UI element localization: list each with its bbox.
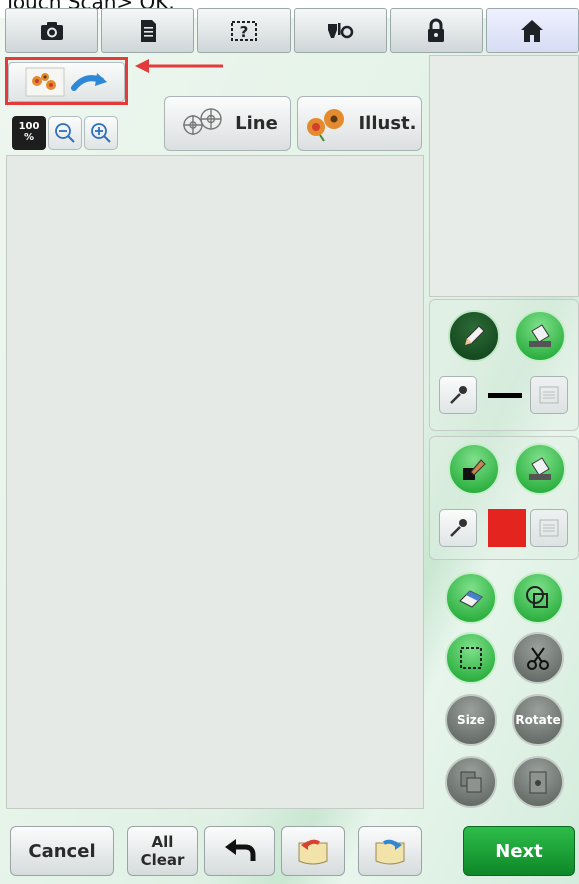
- paste-icon: [529, 771, 547, 794]
- zoom-value: 100: [18, 121, 40, 132]
- pocket-redo-icon: [375, 839, 405, 865]
- list-icon: [539, 386, 559, 404]
- select-area-button[interactable]: [445, 632, 497, 684]
- help-icon: ?: [230, 20, 257, 41]
- zoom-in-button[interactable]: [84, 116, 118, 150]
- eyedropper-icon: [450, 386, 467, 404]
- next-button[interactable]: Next: [463, 826, 575, 876]
- line-mode-label: Line: [235, 113, 278, 134]
- top-toolbar: ?: [5, 8, 579, 53]
- eyedropper-icon: [450, 519, 467, 537]
- line-flower-icon: [183, 107, 222, 135]
- rotate-label: Rotate: [515, 713, 561, 727]
- line-color-swatch[interactable]: [488, 393, 522, 398]
- line-fill-button[interactable]: [514, 310, 566, 362]
- rotate-button[interactable]: Rotate: [512, 694, 564, 746]
- pencil-icon: [464, 325, 485, 346]
- duplicate-icon: [460, 771, 482, 793]
- flower-image-icon: [25, 67, 64, 97]
- zoom-out-button[interactable]: [48, 116, 82, 150]
- duplicate-button[interactable]: [445, 756, 497, 808]
- image-import-button[interactable]: [8, 62, 125, 102]
- needle-change-tab[interactable]: [293, 8, 387, 53]
- zoom-out-icon: [55, 123, 75, 143]
- document-icon: [140, 19, 156, 42]
- document-tab[interactable]: [101, 8, 195, 53]
- shape-stamp-icon: [526, 586, 548, 608]
- size-label: Size: [457, 713, 485, 727]
- line-eyedropper-button[interactable]: [439, 376, 477, 414]
- region-tools-panel: [429, 436, 579, 560]
- bottom-bar: Cancel All Clear Next: [0, 818, 579, 884]
- paste-button[interactable]: [512, 756, 564, 808]
- all-clear-label-1: All: [151, 833, 174, 851]
- eraser-button[interactable]: [445, 572, 497, 624]
- select-area-icon: [460, 647, 482, 669]
- brush-icon: [463, 459, 486, 480]
- cut-button[interactable]: [512, 632, 564, 684]
- cancel-label: Cancel: [28, 840, 96, 862]
- illust-mode-button[interactable]: Illust.: [297, 96, 422, 151]
- region-color-swatch[interactable]: [488, 509, 526, 547]
- illust-mode-label: Illust.: [358, 113, 417, 134]
- camera-icon: [40, 21, 63, 40]
- zoom-in-icon: [91, 123, 111, 143]
- pencil-line-button[interactable]: [448, 310, 500, 362]
- size-button[interactable]: Size: [445, 694, 497, 746]
- region-eyedropper-button[interactable]: [439, 509, 477, 547]
- paint-bucket-icon: [529, 324, 551, 347]
- svg-text:?: ?: [240, 23, 249, 41]
- red-arrow-icon: [135, 59, 223, 73]
- pocket-undo-icon: [298, 839, 328, 865]
- next-label: Next: [495, 840, 543, 862]
- screen: Touch Scan> OK. ? 100 % Line Illust. Siz…: [0, 0, 579, 884]
- all-clear-button[interactable]: All Clear: [127, 826, 198, 876]
- scissors-icon: [527, 647, 549, 670]
- stamp-button[interactable]: [512, 572, 564, 624]
- drawing-canvas[interactable]: [6, 155, 424, 809]
- line-mode-button[interactable]: Line: [164, 96, 291, 151]
- zoom-unit: %: [23, 132, 35, 143]
- zoom-level: 100 %: [12, 116, 46, 150]
- lock-icon: [428, 18, 445, 42]
- all-clear-label-2: Clear: [140, 851, 185, 869]
- region-fill-button[interactable]: [514, 443, 566, 495]
- cancel-button[interactable]: Cancel: [10, 826, 114, 876]
- paint-bucket-icon: [529, 457, 551, 480]
- lock-tab[interactable]: [389, 8, 483, 53]
- line-type-button[interactable]: [530, 376, 568, 414]
- home-icon: [521, 19, 544, 42]
- illust-flower-icon: [307, 108, 345, 142]
- line-tools-panel: [429, 299, 579, 431]
- memory-recall-button[interactable]: [281, 826, 345, 876]
- undo-button[interactable]: [204, 826, 275, 876]
- preview-pane: [429, 55, 579, 297]
- undo-icon: [224, 839, 255, 861]
- curved-arrow-icon: [70, 73, 107, 91]
- memory-save-button[interactable]: [358, 826, 422, 876]
- region-type-button[interactable]: [530, 509, 568, 547]
- list-icon: [539, 519, 559, 537]
- help-tab[interactable]: ?: [197, 8, 291, 53]
- brush-region-button[interactable]: [448, 443, 500, 495]
- eraser-icon: [459, 590, 483, 608]
- needle-change-icon: [328, 22, 354, 38]
- home-tab[interactable]: [485, 8, 579, 53]
- camera-tab[interactable]: [5, 8, 99, 53]
- zoom-controls: 100 %: [12, 116, 118, 150]
